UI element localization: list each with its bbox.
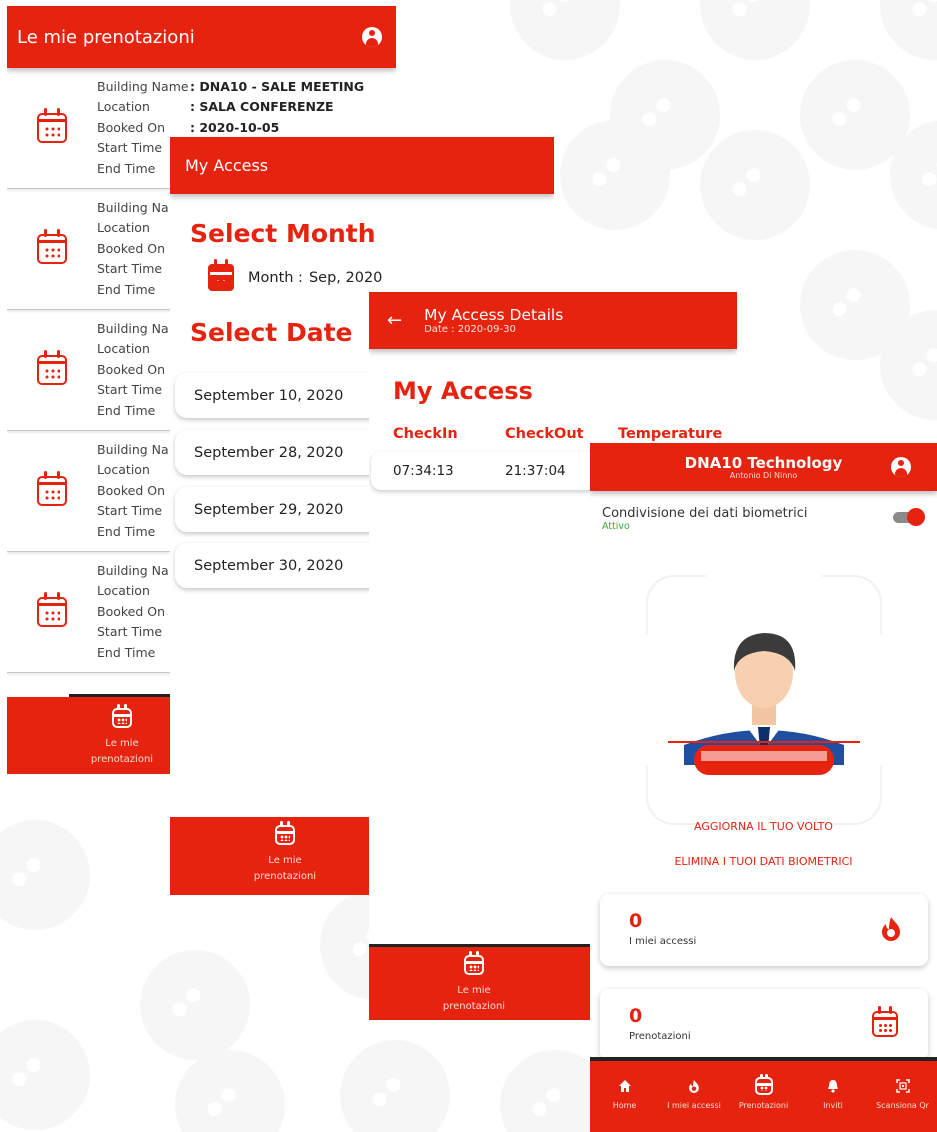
- back-arrow-icon[interactable]: ←: [387, 310, 402, 331]
- account-circle-icon[interactable]: [891, 457, 911, 477]
- month-label: Month :: [248, 269, 303, 286]
- user-name: Antonio Di Ninno: [729, 470, 798, 480]
- access-app-bar: My Access: [170, 137, 554, 194]
- background-logo-mark: [0, 797, 113, 953]
- qr-scan-icon: [895, 1079, 910, 1093]
- home-app-bar: DNA10 Technology Antonio Di Ninno: [590, 443, 937, 491]
- nav-label: Scansiona Qr: [876, 1101, 929, 1110]
- nav-item-invites[interactable]: Inviti: [799, 1075, 868, 1110]
- date-label: September 30, 2020: [194, 557, 344, 574]
- nav-item-home[interactable]: Home: [590, 1075, 659, 1110]
- tab-label-line1: Le mie: [268, 855, 302, 866]
- column-header-checkout: CheckOut: [505, 426, 584, 442]
- column-header-checkin: CheckIn: [393, 426, 458, 442]
- checkin-cell: 07:34:13: [393, 463, 454, 479]
- nav-item-bookings[interactable]: Prenotazioni: [729, 1074, 798, 1110]
- brand-title: DNA10 Technology: [684, 453, 843, 472]
- building-label: Building Name: [97, 78, 189, 94]
- calendar-icon: [872, 1006, 898, 1037]
- calendar-icon: [112, 704, 132, 728]
- background-logo-mark: [317, 1017, 473, 1132]
- face-scan-frame: [646, 575, 882, 825]
- stat-card-accesses[interactable]: 0 I miei accessi: [600, 894, 928, 966]
- nav-item-my-accesses[interactable]: I miei accessi: [660, 1075, 729, 1110]
- stat-value: 0: [629, 1005, 643, 1027]
- page-title: My Access Details: [424, 306, 564, 324]
- home-screen: DNA10 Technology Antonio Di Ninno Condiv…: [590, 443, 937, 1132]
- calendar-icon: [37, 350, 67, 385]
- tab-label-line2: prenotazioni: [442, 1001, 506, 1012]
- tab-my-bookings[interactable]: Le mie prenotazioni: [230, 821, 340, 885]
- access-heading: My Access: [393, 377, 533, 405]
- tab-label-line1: Le mie: [105, 738, 139, 749]
- background-logo-mark: [0, 997, 113, 1132]
- date-label: September 28, 2020: [194, 444, 344, 461]
- tab-label-line2: prenotazioni: [253, 871, 317, 882]
- biometric-status: Attivo: [602, 521, 630, 532]
- page-subtitle: Date : 2020-09-30: [424, 324, 516, 335]
- booked-on-value: : 2020-10-05: [190, 119, 280, 135]
- page-title: Le mie prenotazioni: [17, 26, 195, 48]
- location-label: Location: [97, 99, 150, 115]
- select-month-heading: Select Month: [190, 219, 376, 248]
- checkout-cell: 21:37:04: [505, 463, 566, 479]
- biometric-toggle[interactable]: [893, 508, 925, 526]
- tab-my-bookings[interactable]: Le mie prenotazioni: [419, 951, 529, 1015]
- booked-on-label: Booked On: [97, 119, 166, 135]
- stat-label: I miei accessi: [629, 936, 697, 947]
- calendar-icon: [37, 592, 67, 627]
- update-face-button[interactable]: AGGIORNA IL TUO VOLTO: [590, 820, 937, 833]
- calendar-icon: [464, 951, 484, 975]
- bookings-app-bar: Le mie prenotazioni: [7, 6, 396, 68]
- tab-label-line1: Le mie: [457, 985, 491, 996]
- date-label: September 29, 2020: [194, 501, 344, 518]
- nav-label: Prenotazioni: [738, 1101, 789, 1110]
- flame-icon: [689, 1079, 699, 1093]
- month-selector[interactable]: Month : Sep, 2020: [208, 259, 383, 291]
- access-details-app-bar: ← My Access Details Date : 2020-09-30: [369, 292, 737, 349]
- month-value: Sep, 2020: [308, 269, 383, 286]
- bottom-nav: Home I miei accessi Prenotazioni Inviti …: [590, 1061, 937, 1132]
- nav-label: Inviti: [823, 1101, 843, 1110]
- location-value: : SALA CONFERENZE: [190, 99, 334, 115]
- tab-label-line2: prenotazioni: [90, 754, 154, 765]
- stat-label: Prenotazioni: [629, 1031, 691, 1042]
- calendar-icon: [37, 108, 67, 143]
- stat-value: 0: [629, 910, 643, 932]
- building-value: : DNA10 - SALE MEETING: [190, 78, 365, 94]
- biometric-label: Condivisione dei dati biometrici: [602, 506, 808, 521]
- background-logo-mark: [677, 0, 833, 83]
- home-icon: [618, 1080, 631, 1092]
- date-label: September 10, 2020: [194, 387, 344, 404]
- select-date-heading: Select Date: [190, 318, 353, 347]
- nav-label: I miei accessi: [667, 1101, 721, 1110]
- biometric-sharing-row: Condivisione dei dati biometrici Attivo: [602, 506, 925, 532]
- calendar-icon: [208, 259, 234, 291]
- bell-icon: [828, 1080, 838, 1093]
- calendar-icon: [37, 229, 67, 264]
- stat-card-bookings[interactable]: 0 Prenotazioni: [600, 989, 928, 1061]
- nav-label: Home: [612, 1101, 637, 1110]
- page-title: My Access: [185, 156, 269, 175]
- tab-my-bookings[interactable]: Le mie prenotazioni: [79, 704, 165, 768]
- calendar-icon: [275, 821, 295, 845]
- flame-icon: [882, 917, 900, 941]
- calendar-icon: [754, 1074, 773, 1095]
- delete-biometric-button[interactable]: ELIMINA I TUOI DATI BIOMETRICI: [590, 855, 937, 868]
- background-logo-mark: [487, 0, 643, 83]
- account-circle-icon[interactable]: [362, 27, 382, 47]
- nav-item-scan-qr[interactable]: Scansiona Qr: [868, 1075, 937, 1110]
- column-header-temperature: Temperature: [618, 426, 723, 442]
- calendar-icon: [37, 471, 67, 506]
- avatar: [668, 633, 860, 775]
